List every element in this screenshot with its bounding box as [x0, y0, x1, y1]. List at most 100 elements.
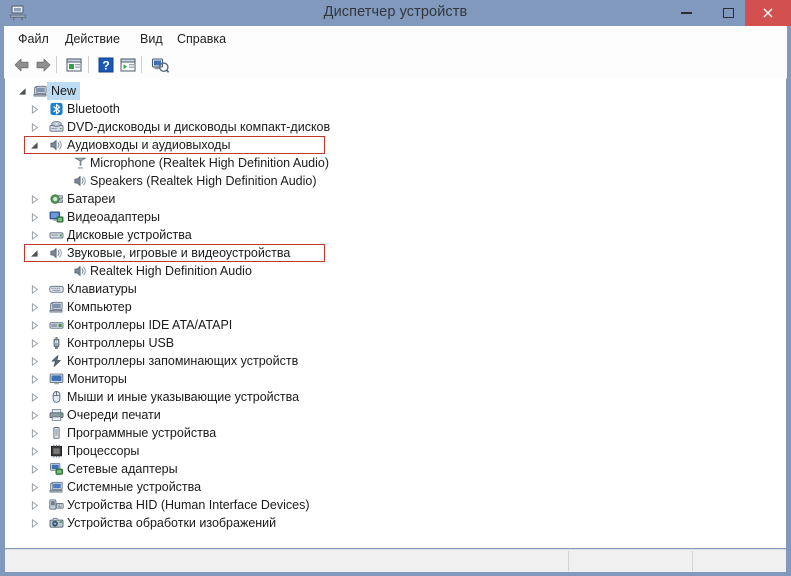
expander-expand-icon[interactable] — [30, 195, 39, 204]
scan-hardware-icon[interactable] — [150, 55, 170, 75]
tree-item-label: Мыши и иные указывающие устройства — [67, 390, 300, 404]
tree-item[interactable]: Мониторы — [5, 370, 786, 388]
tree-item[interactable]: Дисковые устройства — [5, 226, 786, 244]
tree-item[interactable]: New — [5, 82, 786, 100]
expander-expand-icon[interactable] — [30, 213, 39, 222]
device-tree[interactable]: New Bluetooth DVD-дисководы и дисководы ко… — [5, 82, 786, 532]
title-bar[interactable]: Диспетчер устройств × — [0, 0, 791, 26]
tree-item[interactable]: Системные устройства — [5, 478, 786, 496]
tree-item[interactable]: Клавиатуры — [5, 280, 786, 298]
tree-item-label: Устройства HID (Human Interface Devices) — [67, 498, 310, 512]
tree-item[interactable]: Контроллеры USB — [5, 334, 786, 352]
tree-item-label: Устройства обработки изображений — [67, 516, 277, 530]
tree-item[interactable]: Контроллеры запоминающих устройств — [5, 352, 786, 370]
tree-item[interactable]: Видеоадаптеры — [5, 208, 786, 226]
expander-expand-icon[interactable] — [30, 321, 39, 330]
menu-view[interactable]: Вид — [134, 30, 169, 48]
software-device-icon — [49, 426, 64, 440]
window-border-right — [786, 26, 791, 576]
expander-collapse-icon[interactable] — [18, 87, 27, 96]
imaging-device-icon — [49, 516, 64, 530]
status-pane-second — [569, 550, 692, 572]
expander-expand-icon[interactable] — [30, 501, 39, 510]
tree-item[interactable]: Компьютер — [5, 298, 786, 316]
status-pane-main — [5, 550, 568, 572]
tree-item-label: Сетевые адаптеры — [67, 462, 178, 476]
expander-expand-icon[interactable] — [30, 393, 39, 402]
tree-item-label: Bluetooth — [67, 102, 120, 116]
tree-item-label: Батареи — [67, 192, 116, 206]
toolbar-separator — [141, 56, 142, 73]
close-icon: × — [761, 3, 775, 22]
tree-item[interactable]: Устройства HID (Human Interface Devices) — [5, 496, 786, 514]
tree-item[interactable]: Процессоры — [5, 442, 786, 460]
tree-item-label: Видеоадаптеры — [67, 210, 160, 224]
status-pane-third — [693, 550, 786, 572]
expander-collapse-icon[interactable] — [30, 141, 39, 150]
menu-file[interactable]: Файл — [12, 30, 55, 48]
expander-expand-icon[interactable] — [30, 123, 39, 132]
tree-item[interactable]: Сетевые адаптеры — [5, 460, 786, 478]
expander-collapse-icon[interactable] — [30, 249, 39, 258]
system-device-icon — [49, 480, 64, 494]
speaker-icon — [49, 138, 64, 152]
properties-icon[interactable] — [64, 55, 84, 75]
tree-item-label: New — [47, 82, 81, 100]
update-driver-icon[interactable] — [118, 55, 138, 75]
network-adapter-icon — [49, 462, 64, 476]
tree-item[interactable]: Программные устройства — [5, 424, 786, 442]
tree-item[interactable]: Очереди печати — [5, 406, 786, 424]
expander-expand-icon[interactable] — [30, 411, 39, 420]
tree-item[interactable]: Realtek High Definition Audio — [5, 262, 786, 280]
expander-expand-icon[interactable] — [30, 357, 39, 366]
tree-item-label: DVD-дисководы и дисководы компакт-дисков — [67, 120, 331, 134]
back-arrow-icon[interactable] — [12, 55, 32, 75]
tree-item[interactable]: Speakers (Realtek High Definition Audio) — [5, 172, 786, 190]
disk-drive-icon — [49, 228, 64, 242]
device-tree-panel[interactable]: New Bluetooth DVD-дисководы и дисководы ко… — [5, 78, 786, 548]
display-adapter-icon — [49, 210, 64, 224]
tree-item-label: Speakers (Realtek High Definition Audio) — [90, 174, 317, 188]
tree-item-label: Очереди печати — [67, 408, 161, 422]
expander-expand-icon[interactable] — [30, 339, 39, 348]
maximize-button[interactable] — [707, 0, 749, 26]
computer-icon — [33, 84, 48, 98]
tree-item[interactable]: Мыши и иные указывающие устройства — [5, 388, 786, 406]
tree-item[interactable]: Аудиовходы и аудиовыходы — [5, 136, 786, 154]
close-button[interactable]: × — [745, 0, 791, 26]
expander-expand-icon[interactable] — [30, 447, 39, 456]
tree-item[interactable]: Microphone (Realtek High Definition Audi… — [5, 154, 786, 172]
expander-expand-icon[interactable] — [30, 465, 39, 474]
tree-item[interactable]: Устройства обработки изображений — [5, 514, 786, 532]
tree-item[interactable]: Звуковые, игровые и видеоустройства — [5, 244, 786, 262]
tree-item[interactable]: Контроллеры IDE ATA/ATAPI — [5, 316, 786, 334]
tree-item[interactable]: Bluetooth — [5, 100, 786, 118]
tree-item-label: Компьютер — [67, 300, 132, 314]
forward-arrow-icon[interactable] — [33, 55, 53, 75]
expander-expand-icon[interactable] — [30, 231, 39, 240]
expander-expand-icon[interactable] — [30, 519, 39, 528]
menu-action[interactable]: Действие — [59, 30, 126, 48]
expander-expand-icon[interactable] — [30, 285, 39, 294]
help-question-icon[interactable]: ? — [96, 55, 116, 75]
tree-item[interactable]: DVD-дисководы и дисководы компакт-дисков — [5, 118, 786, 136]
hid-device-icon — [49, 498, 64, 512]
svg-text:?: ? — [102, 59, 109, 73]
expander-expand-icon[interactable] — [30, 303, 39, 312]
status-bar — [5, 549, 786, 572]
expander-expand-icon[interactable] — [30, 105, 39, 114]
tree-item-label: Аудиовходы и аудиовыходы — [67, 138, 231, 152]
expander-expand-icon[interactable] — [30, 375, 39, 384]
tree-item-label: Клавиатуры — [67, 282, 137, 296]
tree-item[interactable]: Батареи — [5, 190, 786, 208]
menu-help[interactable]: Справка — [171, 30, 232, 48]
expander-expand-icon[interactable] — [30, 429, 39, 438]
tree-item-label: Дисковые устройства — [67, 228, 192, 242]
toolbar-separator — [56, 56, 57, 73]
tree-item-label: Контроллеры USB — [67, 336, 175, 350]
ide-controller-icon — [49, 318, 64, 332]
toolbar: ? — [4, 51, 787, 79]
minimize-button[interactable] — [665, 0, 707, 26]
expander-expand-icon[interactable] — [30, 483, 39, 492]
device-manager-window: Диспетчер устройств × Файл Действие Вид … — [0, 0, 791, 576]
